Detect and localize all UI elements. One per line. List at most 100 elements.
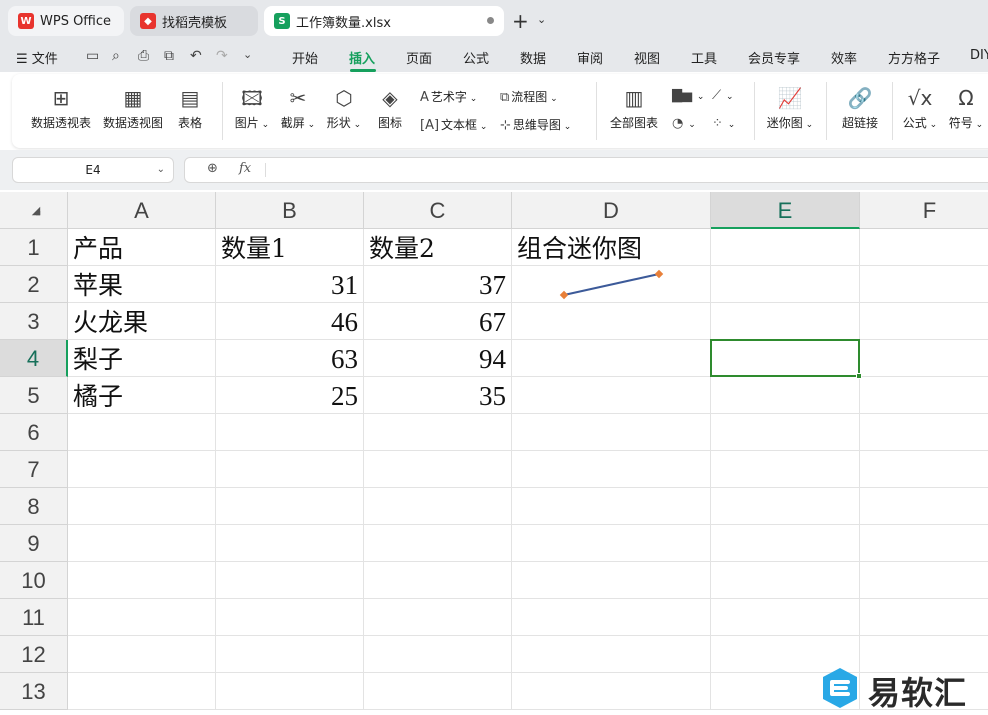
cell-c13[interactable] — [364, 673, 512, 710]
cell-c12[interactable] — [364, 636, 512, 673]
row-header-11[interactable]: 11 — [0, 599, 68, 636]
cell-e3[interactable] — [711, 303, 860, 340]
column-header-f[interactable]: F — [860, 192, 988, 229]
cell-d10[interactable] — [512, 562, 711, 599]
row-header-8[interactable]: 8 — [0, 488, 68, 525]
cell-a2[interactable]: 苹果 — [68, 266, 216, 303]
tab-list-chevron-icon[interactable]: ⌄ — [537, 13, 546, 26]
column-header-b[interactable]: B — [216, 192, 364, 229]
cell-d8[interactable] — [512, 488, 711, 525]
active-cell-selection[interactable] — [710, 339, 862, 379]
column-header-e[interactable]: E — [711, 192, 860, 229]
cell-e5[interactable] — [711, 377, 860, 414]
cell-c5[interactable]: 35 — [364, 377, 512, 414]
scatter-chart-button[interactable]: ⁘ ⌄ — [712, 116, 735, 131]
cell-b13[interactable] — [216, 673, 364, 710]
cell-b10[interactable] — [216, 562, 364, 599]
menu-fangfang[interactable]: 方方格子 — [888, 48, 940, 67]
quick-access-chevron-icon[interactable]: ⌄ — [243, 48, 252, 61]
row-header-2[interactable]: 2 — [0, 266, 68, 303]
cell-d11[interactable] — [512, 599, 711, 636]
cell-a6[interactable] — [68, 414, 216, 451]
screenshot-button[interactable]: ✂ 截屏 ⌄ — [278, 86, 318, 131]
menu-tools[interactable]: 工具 — [691, 48, 717, 67]
file-menu[interactable]: ☰ 文件 — [16, 48, 58, 67]
cell-e8[interactable] — [711, 488, 860, 525]
hyperlink-button[interactable]: 🔗 超链接 — [836, 86, 884, 131]
cell-a12[interactable] — [68, 636, 216, 673]
menu-efficiency[interactable]: 效率 — [831, 48, 857, 67]
cell-d3[interactable] — [512, 303, 711, 340]
shape-button[interactable]: ⬡ 形状 ⌄ — [324, 86, 364, 131]
cell-d4[interactable] — [512, 340, 711, 377]
column-header-d[interactable]: D — [512, 192, 711, 229]
tab-workbook[interactable]: S 工作簿数量.xlsx — [264, 6, 504, 36]
tab-wps-office[interactable]: W WPS Office — [8, 6, 124, 36]
cell-f6[interactable] — [860, 414, 988, 451]
unsaved-dot-icon[interactable] — [487, 17, 494, 24]
cell-b7[interactable] — [216, 451, 364, 488]
export-icon[interactable]: ⌕ — [112, 48, 120, 64]
menu-home[interactable]: 开始 — [292, 48, 318, 67]
cell-a7[interactable] — [68, 451, 216, 488]
cell-c6[interactable] — [364, 414, 512, 451]
line-chart-button[interactable]: ⟋ ⌄ — [712, 88, 734, 103]
art-text-button[interactable]: A 艺术字 ⌄ — [420, 88, 477, 105]
menu-diy[interactable]: DIY — [970, 48, 988, 63]
cell-f4[interactable] — [860, 340, 988, 377]
chevron-down-icon[interactable]: ⌄ — [157, 158, 165, 182]
row-header-12[interactable]: 12 — [0, 636, 68, 673]
print-icon[interactable]: ⎙ — [138, 48, 149, 64]
cell-c10[interactable] — [364, 562, 512, 599]
cell-b5[interactable]: 25 — [216, 377, 364, 414]
cell-a10[interactable] — [68, 562, 216, 599]
row-header-4[interactable]: 4 — [0, 340, 68, 377]
row-header-10[interactable]: 10 — [0, 562, 68, 599]
formula-insert-button[interactable]: √x 公式 ⌄ — [900, 86, 940, 131]
cell-a3[interactable]: 火龙果 — [68, 303, 216, 340]
cell-b11[interactable] — [216, 599, 364, 636]
flowchart-button[interactable]: ⧉ 流程图 ⌄ — [500, 88, 558, 105]
row-header-13[interactable]: 13 — [0, 673, 68, 710]
cell-f1[interactable] — [860, 229, 988, 266]
cell-c8[interactable] — [364, 488, 512, 525]
cell-b12[interactable] — [216, 636, 364, 673]
cell-a1[interactable]: 产品 — [68, 229, 216, 266]
pie-chart-button[interactable]: ◔ ⌄ — [672, 116, 696, 131]
select-all-corner[interactable] — [0, 192, 68, 229]
row-header-7[interactable]: 7 — [0, 451, 68, 488]
row-header-9[interactable]: 9 — [0, 525, 68, 562]
menu-review[interactable]: 审阅 — [577, 48, 603, 67]
row-header-1[interactable]: 1 — [0, 229, 68, 266]
row-header-5[interactable]: 5 — [0, 377, 68, 414]
menu-insert[interactable]: 插入 — [349, 48, 375, 67]
menu-view[interactable]: 视图 — [634, 48, 660, 67]
cell-a4[interactable]: 梨子 — [68, 340, 216, 377]
menu-member[interactable]: 会员专享 — [748, 48, 800, 67]
cell-e10[interactable] — [711, 562, 860, 599]
cell-c4[interactable]: 94 — [364, 340, 512, 377]
cell-d9[interactable] — [512, 525, 711, 562]
picture-button[interactable]: 🖾 图片 ⌄ — [232, 86, 272, 131]
cell-a9[interactable] — [68, 525, 216, 562]
cell-a13[interactable] — [68, 673, 216, 710]
undo-icon[interactable]: ↶ — [190, 48, 202, 64]
cell-f3[interactable] — [860, 303, 988, 340]
fx-icon[interactable]: fx — [239, 161, 251, 176]
cell-b9[interactable] — [216, 525, 364, 562]
cell-b3[interactable]: 46 — [216, 303, 364, 340]
cell-b6[interactable] — [216, 414, 364, 451]
cell-e11[interactable] — [711, 599, 860, 636]
cell-e9[interactable] — [711, 525, 860, 562]
save-icon[interactable]: ▭ — [86, 48, 99, 64]
cell-d1[interactable]: 组合迷你图 — [512, 229, 711, 266]
column-chart-button[interactable]: ▇▅ ⌄ — [672, 88, 704, 103]
cell-c2[interactable]: 37 — [364, 266, 512, 303]
pivot-chart-button[interactable]: ▦ 数据透视图 — [100, 86, 166, 131]
pivot-table-button[interactable]: ⊞ 数据透视表 — [28, 86, 94, 131]
cell-d6[interactable] — [512, 414, 711, 451]
menu-data[interactable]: 数据 — [520, 48, 546, 67]
all-charts-button[interactable]: ▥ 全部图表 — [606, 86, 662, 131]
menu-formula[interactable]: 公式 — [463, 48, 489, 67]
name-box[interactable]: E4 ⌄ — [12, 157, 174, 183]
